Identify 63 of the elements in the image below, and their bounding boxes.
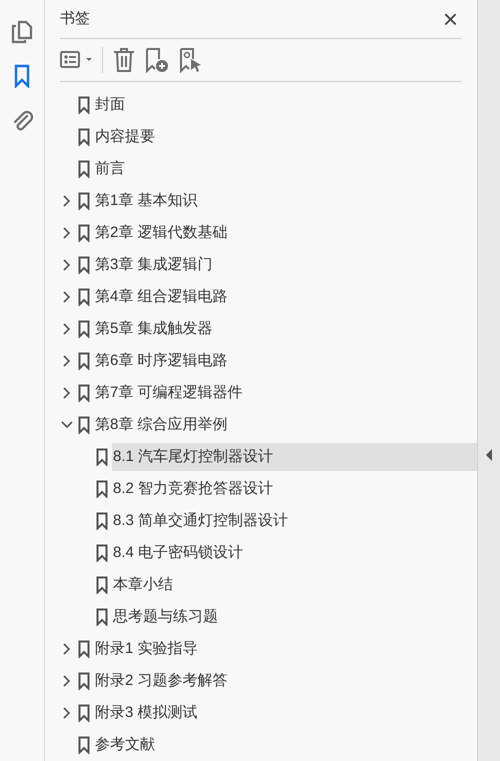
bookmark-icon [96,608,108,626]
bookmark-item[interactable]: 8.4 电子密码锁设计 [112,538,462,568]
bookmark-item[interactable]: 第7章 可编程逻辑器件 [94,378,462,408]
bookmark-icon [78,384,90,402]
bookmark-item[interactable]: 附录2 习题参考解答 [94,666,462,696]
bookmark-icon [78,672,90,690]
bookmark-icon [96,480,108,498]
bookmark-item[interactable]: 附录1 实验指导 [94,634,462,664]
pages-icon[interactable] [11,20,33,44]
chevron-right-icon[interactable] [63,643,71,655]
bookmark-item[interactable]: 第6章 时序逻辑电路 [94,346,462,376]
panel-title: 书签 [60,8,90,29]
bookmark-item[interactable]: 本章小结 [112,570,462,600]
bookmark-icon [78,640,90,658]
close-button[interactable]: × [438,6,462,32]
trash-icon[interactable] [113,48,135,72]
chevron-right-icon[interactable] [63,227,71,239]
bookmark-item[interactable]: 第5章 集成触发器 [94,314,462,344]
bookmark-item[interactable]: 第3章 集成逻辑门 [94,250,462,280]
bookmark-icon [96,544,108,562]
bookmark-item[interactable]: 8.1 汽车尾灯控制器设计 [112,442,477,472]
chevron-right-icon[interactable] [63,707,71,719]
options-menu-icon[interactable] [60,51,92,70]
paperclip-icon[interactable] [11,108,33,132]
bookmark-item[interactable]: 8.3 简单交通灯控制器设计 [112,506,462,536]
collapse-arrow-icon[interactable] [486,449,492,461]
bookmark-icon [78,320,90,338]
chevron-right-icon[interactable] [63,355,71,367]
bookmark-item[interactable]: 8.2 智力竞赛抢答器设计 [112,474,462,504]
chevron-right-icon[interactable] [63,387,71,399]
bookmark-icon [78,256,90,274]
bookmark-icon [96,576,108,594]
find-bookmark-icon[interactable] [179,47,203,74]
bookmark-item[interactable]: 前言 [94,154,462,184]
chevron-right-icon[interactable] [63,259,71,271]
bookmark-icon [78,192,90,210]
bookmark-icon [78,128,90,146]
bookmark-item[interactable]: 第4章 组合逻辑电路 [94,282,462,312]
bookmark-item[interactable]: 第8章 综合应用举例 [94,410,462,440]
bookmark-item[interactable]: 第1章 基本知识 [94,186,462,216]
bookmark-icon [78,736,90,754]
chevron-right-icon[interactable] [63,195,71,207]
bookmark-icon [78,96,90,114]
bookmark-item[interactable]: 第2章 逻辑代数基础 [94,218,462,248]
bookmark-icon [96,448,108,466]
bookmark-item[interactable]: 内容提要 [94,122,462,152]
bookmark-icon [96,512,108,530]
chevron-right-icon[interactable] [63,675,71,687]
bookmark-icon[interactable] [14,64,30,88]
bookmark-item[interactable]: 思考题与练习题 [112,602,462,632]
bookmark-icon [78,224,90,242]
chevron-right-icon[interactable] [63,323,71,335]
chevron-down-icon[interactable] [61,421,73,429]
bookmark-icon [78,352,90,370]
chevron-right-icon[interactable] [63,291,71,303]
bookmark-icon [78,416,90,434]
bookmark-icon [78,704,90,722]
add-bookmark-icon[interactable] [145,47,169,74]
bookmark-item[interactable]: 封面 [94,90,462,120]
bookmark-icon [78,288,90,306]
bookmark-item[interactable]: 参考文献 [94,730,462,760]
bookmark-icon [78,160,90,178]
bookmark-item[interactable]: 附录3 模拟测试 [94,698,462,728]
